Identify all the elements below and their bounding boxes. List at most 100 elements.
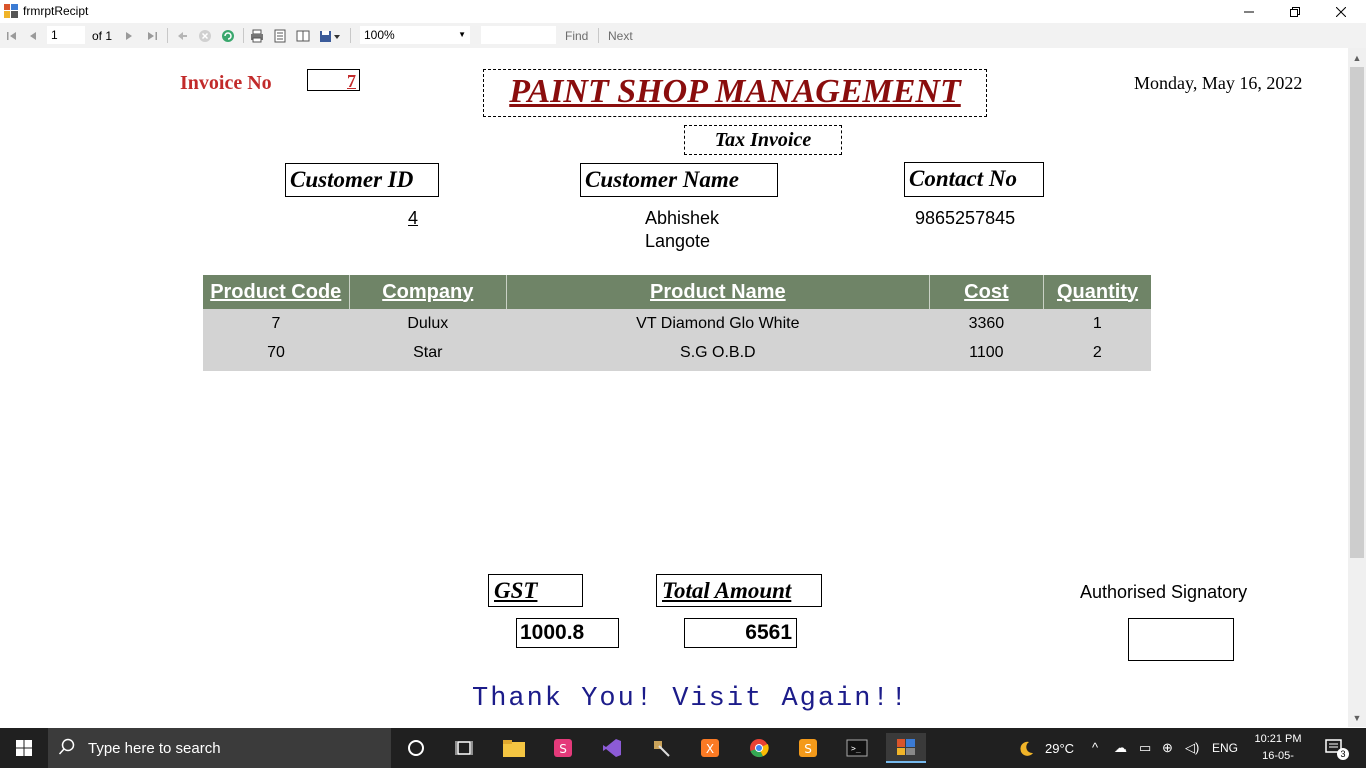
tax-invoice-label: Tax Invoice bbox=[684, 125, 842, 155]
language-indicator[interactable]: ENG bbox=[1212, 741, 1238, 755]
moon-weather-icon[interactable] bbox=[1016, 739, 1036, 762]
scroll-thumb[interactable] bbox=[1350, 67, 1364, 558]
table-cell: VT Diamond Glo White bbox=[506, 309, 930, 338]
svg-text:S: S bbox=[804, 742, 812, 756]
column-header: Quantity bbox=[1043, 275, 1151, 309]
search-icon bbox=[58, 738, 78, 758]
find-link[interactable]: Find bbox=[565, 29, 588, 43]
signature-box bbox=[1128, 618, 1234, 661]
customer-name-last: Langote bbox=[645, 231, 711, 251]
cortana-icon[interactable] bbox=[396, 733, 436, 763]
products-table: Product Code Company Product Name Cost Q… bbox=[203, 275, 1151, 371]
svg-text:S: S bbox=[559, 742, 567, 756]
column-header: Product Name bbox=[506, 275, 930, 309]
sublime-text-icon[interactable]: S bbox=[788, 733, 828, 763]
find-next-link[interactable]: Next bbox=[608, 29, 633, 43]
print-layout-icon[interactable] bbox=[272, 28, 288, 44]
clock-date: 16-05-2022 bbox=[1262, 750, 1294, 779]
authorised-signatory-label: Authorised Signatory bbox=[1080, 582, 1248, 602]
toolbar-separator bbox=[598, 28, 599, 43]
total-amount-label: Total Amount bbox=[656, 574, 822, 607]
back-icon[interactable] bbox=[174, 28, 190, 44]
onedrive-icon[interactable]: ☁ bbox=[1114, 740, 1127, 756]
restore-button[interactable] bbox=[1272, 0, 1318, 23]
tools-icon[interactable] bbox=[641, 733, 681, 763]
visual-studio-icon[interactable] bbox=[592, 733, 632, 763]
customer-name-first: Abhishek bbox=[645, 208, 720, 228]
chrome-icon[interactable] bbox=[739, 733, 779, 763]
zoom-value: 100% bbox=[364, 28, 395, 42]
gst-label: GST bbox=[488, 574, 583, 607]
toolbar-separator bbox=[243, 28, 244, 43]
xampp-icon[interactable]: X bbox=[690, 733, 730, 763]
toolbar-separator bbox=[350, 28, 351, 43]
contact-no-value: 9865257845 bbox=[915, 208, 1016, 228]
table-cell: 1100 bbox=[929, 338, 1044, 371]
window-title: frmrptRecipt bbox=[23, 4, 89, 18]
column-header: Company bbox=[349, 275, 508, 309]
page-total-label: of 1 bbox=[92, 29, 113, 43]
page-number-input[interactable]: 1 bbox=[47, 26, 85, 44]
first-page-icon[interactable] bbox=[4, 28, 20, 44]
start-button[interactable] bbox=[0, 728, 48, 768]
scroll-up-icon[interactable]: ▲ bbox=[1348, 50, 1366, 66]
column-header: Product Code bbox=[203, 275, 350, 309]
task-view-icon[interactable] bbox=[444, 733, 484, 763]
table-cell: 70 bbox=[203, 338, 349, 371]
app-icon-pink[interactable]: S bbox=[543, 733, 583, 763]
total-amount-value: 6561 bbox=[684, 618, 797, 648]
stop-icon[interactable] bbox=[197, 28, 213, 44]
file-explorer-icon[interactable] bbox=[494, 733, 534, 763]
customer-id-label: Customer ID bbox=[285, 163, 439, 197]
chevron-down-icon: ▼ bbox=[458, 30, 466, 39]
volume-icon[interactable]: ◁) bbox=[1185, 740, 1199, 756]
table-row: 7 Dulux VT Diamond Glo White 3360 1 bbox=[203, 309, 1151, 338]
column-header: Cost bbox=[929, 275, 1045, 309]
notification-count: 3 bbox=[1337, 748, 1349, 760]
toolbar-separator bbox=[167, 28, 168, 43]
table-cell: 1 bbox=[1043, 309, 1151, 338]
table-cell: Dulux bbox=[349, 309, 507, 338]
previous-page-icon[interactable] bbox=[25, 28, 41, 44]
next-page-icon[interactable] bbox=[121, 28, 137, 44]
svg-text:X: X bbox=[706, 742, 714, 756]
shop-title: PAINT SHOP MANAGEMENT bbox=[483, 69, 987, 117]
scroll-down-icon[interactable]: ▼ bbox=[1348, 710, 1366, 726]
zoom-select[interactable]: 100% ▼ bbox=[360, 26, 470, 44]
export-icon[interactable] bbox=[318, 28, 342, 44]
clock-time: 10:21 PM bbox=[1254, 733, 1302, 745]
taskbar-search[interactable]: Type here to search bbox=[48, 728, 391, 768]
last-page-icon[interactable] bbox=[144, 28, 160, 44]
battery-icon[interactable]: ▭ bbox=[1139, 740, 1151, 756]
terminal-icon[interactable]: >_ bbox=[837, 733, 877, 763]
chevron-up-icon[interactable]: ^ bbox=[1092, 740, 1098, 755]
table-header-row: Product Code Company Product Name Cost Q… bbox=[203, 275, 1151, 309]
report-date: Monday, May 16, 2022 bbox=[1134, 73, 1303, 93]
table-cell: Star bbox=[349, 338, 507, 371]
invoice-no-label: Invoice No bbox=[180, 72, 272, 94]
svg-text:>_: >_ bbox=[851, 744, 861, 753]
table-cell: 3360 bbox=[929, 309, 1044, 338]
table-cell: S.G O.B.D bbox=[506, 338, 930, 371]
report-app-icon[interactable] bbox=[886, 733, 926, 763]
customer-id-value: 4 bbox=[408, 208, 419, 228]
table-row: 70 Star S.G O.B.D 1100 2 bbox=[203, 338, 1151, 371]
search-placeholder: Type here to search bbox=[88, 740, 221, 757]
table-cell: 2 bbox=[1043, 338, 1151, 371]
contact-no-label: Contact No bbox=[904, 162, 1044, 197]
refresh-icon[interactable] bbox=[220, 28, 236, 44]
network-icon[interactable]: ⊕ bbox=[1162, 740, 1173, 756]
page-setup-icon[interactable] bbox=[295, 28, 311, 44]
clock[interactable]: 10:21 PM 16-05-2022 bbox=[1252, 731, 1304, 782]
customer-name-label: Customer Name bbox=[580, 163, 778, 197]
thank-you-message: Thank You! Visit Again!! bbox=[472, 684, 909, 714]
find-input[interactable] bbox=[481, 26, 556, 44]
app-icon bbox=[4, 4, 18, 18]
title-bar bbox=[0, 0, 1366, 23]
table-cell: 7 bbox=[203, 309, 349, 338]
windows-icon bbox=[16, 740, 32, 756]
minimize-button[interactable] bbox=[1226, 0, 1272, 23]
weather-temperature[interactable]: 29°C bbox=[1045, 741, 1074, 756]
print-icon[interactable] bbox=[249, 28, 265, 44]
close-button[interactable] bbox=[1318, 0, 1364, 23]
